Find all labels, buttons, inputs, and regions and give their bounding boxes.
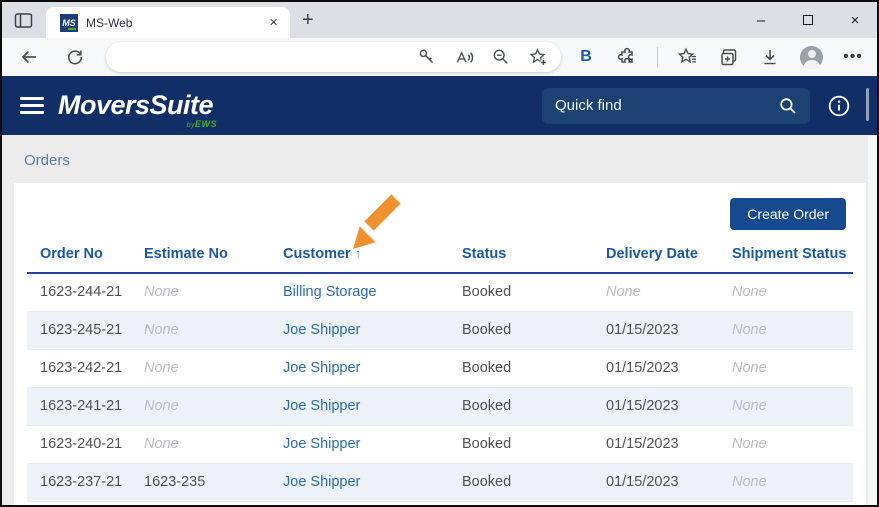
column-header-customer[interactable]: Customer↑ (270, 231, 449, 273)
cell-order-no: 1623-244-21 (27, 273, 131, 311)
column-header-shipment-status[interactable]: Shipment Status (719, 231, 853, 273)
cell-estimate-no: None (131, 425, 270, 463)
new-tab-button[interactable]: + (302, 9, 314, 32)
quick-find-input[interactable] (555, 97, 778, 114)
info-icon[interactable] (827, 94, 851, 118)
orders-table: Order NoEstimate NoCustomer↑StatusDelive… (27, 231, 853, 502)
tab-title: MS-Web (86, 16, 269, 30)
favorites-icon[interactable] (677, 46, 699, 68)
collections-icon[interactable] (718, 46, 740, 68)
toolbar-separator (657, 47, 658, 67)
column-header-status[interactable]: Status (449, 231, 593, 273)
address-input[interactable] (122, 50, 401, 65)
table-row[interactable]: 1623-242-21NoneJoe ShipperBooked01/15/20… (27, 349, 853, 387)
cell-order-no: 1623-245-21 (27, 311, 131, 349)
profile-icon[interactable] (800, 46, 823, 69)
app-header: MoversSuite byEWS (2, 76, 877, 135)
b-extension-icon[interactable]: B (575, 46, 597, 68)
zoom-out-icon[interactable] (490, 46, 512, 68)
cell-shipment-status: None (719, 273, 853, 311)
cell-delivery-date: 01/15/2023 (593, 463, 719, 501)
cell-delivery-date: None (593, 273, 719, 311)
downloads-icon[interactable] (759, 46, 781, 68)
cell-status: Booked (449, 463, 593, 501)
column-header-estimate-no[interactable]: Estimate No (131, 231, 270, 273)
scrollbar-thumb[interactable] (866, 88, 869, 121)
browser-window: MS MS-Web × + – × (0, 0, 879, 507)
back-icon[interactable] (18, 46, 40, 68)
cell-delivery-date: 01/15/2023 (593, 387, 719, 425)
cell-order-no: 1623-237-21 (27, 463, 131, 501)
quick-find-box[interactable] (542, 88, 810, 124)
cell-shipment-status: None (719, 463, 853, 501)
card-actions: Create Order (27, 183, 853, 231)
search-icon[interactable] (778, 96, 798, 116)
refresh-icon[interactable] (64, 46, 86, 68)
cell-estimate-no: None (131, 387, 270, 425)
cell-shipment-status: None (719, 425, 853, 463)
cell-order-no: 1623-242-21 (27, 349, 131, 387)
logo-text: MoversSuite (58, 90, 213, 120)
cell-customer[interactable]: Joe Shipper (270, 463, 449, 501)
cell-status: Booked (449, 425, 593, 463)
cell-delivery-date: 01/15/2023 (593, 349, 719, 387)
favorites-add-icon[interactable] (527, 46, 549, 68)
cell-status: Booked (449, 387, 593, 425)
orders-card: Create Order Order NoEstimate NoCustomer… (14, 183, 866, 507)
create-order-button[interactable]: Create Order (730, 198, 846, 230)
address-bar[interactable] (106, 42, 561, 72)
cell-shipment-status: None (719, 311, 853, 349)
breadcrumb[interactable]: Orders (2, 135, 877, 169)
page-content: Orders Create Order Order NoEstimate NoC… (2, 135, 877, 505)
tab-actions-menu-icon[interactable] (14, 11, 33, 30)
cell-delivery-date: 01/15/2023 (593, 311, 719, 349)
app-logo: MoversSuite byEWS (58, 90, 217, 121)
cell-customer[interactable]: Joe Shipper (270, 425, 449, 463)
cell-status: Booked (449, 349, 593, 387)
toolbar-extensions-area: B (575, 46, 864, 69)
key-icon[interactable] (416, 46, 438, 68)
cell-customer[interactable]: Joe Shipper (270, 349, 449, 387)
logo-byline: byEWS (187, 119, 217, 129)
cell-order-no: 1623-241-21 (27, 387, 131, 425)
scrollbar-track[interactable] (868, 136, 877, 505)
cell-customer[interactable]: Billing Storage (270, 273, 449, 311)
cell-estimate-no: 1623-235 (131, 463, 270, 501)
cell-shipment-status: None (719, 387, 853, 425)
read-aloud-icon[interactable] (453, 46, 475, 68)
cell-delivery-date: 01/15/2023 (593, 425, 719, 463)
table-row[interactable]: 1623-245-21NoneJoe ShipperBooked01/15/20… (27, 311, 853, 349)
tab-strip: MS MS-Web × + – × (2, 2, 877, 38)
minimize-icon[interactable]: – (752, 11, 770, 29)
cell-status: Booked (449, 273, 593, 311)
orders-table-header: Order NoEstimate NoCustomer↑StatusDelive… (27, 231, 853, 273)
close-window-icon[interactable]: × (846, 11, 864, 29)
window-controls: – × (752, 11, 877, 29)
tab-favicon: MS (60, 14, 78, 32)
browser-toolbar: B (2, 38, 877, 76)
menu-icon[interactable] (20, 97, 44, 114)
maximize-icon[interactable] (799, 11, 817, 29)
cell-order-no: 1623-240-21 (27, 425, 131, 463)
orders-table-body: 1623-244-21NoneBilling StorageBookedNone… (27, 273, 853, 501)
more-icon[interactable]: ••• (842, 46, 864, 68)
cell-customer[interactable]: Joe Shipper (270, 311, 449, 349)
cell-estimate-no: None (131, 273, 270, 311)
browser-tab[interactable]: MS MS-Web × (46, 7, 290, 38)
tab-close-icon[interactable]: × (269, 15, 278, 30)
cell-status: Booked (449, 311, 593, 349)
extensions-icon[interactable] (616, 46, 638, 68)
column-header-delivery-date[interactable]: Delivery Date (593, 231, 719, 273)
table-row[interactable]: 1623-244-21NoneBilling StorageBookedNone… (27, 273, 853, 311)
table-row[interactable]: 1623-237-211623-235Joe ShipperBooked01/1… (27, 463, 853, 501)
cell-estimate-no: None (131, 349, 270, 387)
cell-shipment-status: None (719, 349, 853, 387)
table-row[interactable]: 1623-240-21NoneJoe ShipperBooked01/15/20… (27, 425, 853, 463)
cell-estimate-no: None (131, 311, 270, 349)
table-row[interactable]: 1623-241-21NoneJoe ShipperBooked01/15/20… (27, 387, 853, 425)
customer-sort-indicator: ↑ (355, 245, 362, 261)
column-header-order-no[interactable]: Order No (27, 231, 131, 273)
cell-customer[interactable]: Joe Shipper (270, 387, 449, 425)
